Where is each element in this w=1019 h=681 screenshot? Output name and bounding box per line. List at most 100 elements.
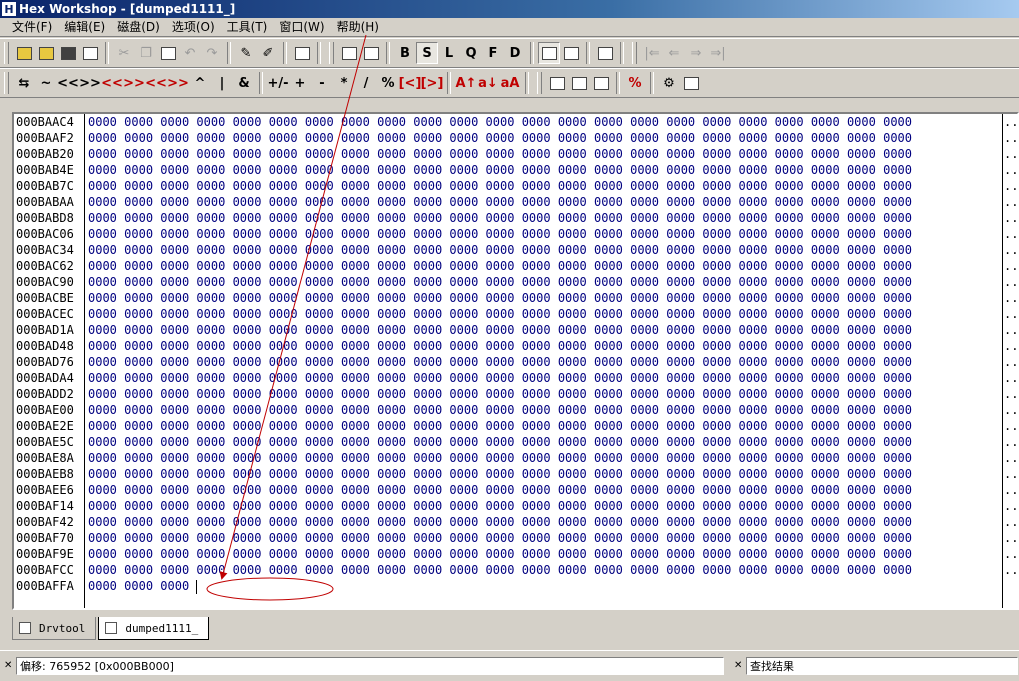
hex-word[interactable]: 0000 — [847, 195, 876, 209]
hex-word[interactable]: 0000 — [522, 451, 551, 465]
hex-word[interactable]: 0000 — [739, 499, 768, 513]
shift-left-button[interactable]: << — [57, 72, 79, 94]
hex-word[interactable]: 0000 — [666, 371, 695, 385]
hex-word[interactable]: 0000 — [666, 515, 695, 529]
ascii-row[interactable]: .. — [1003, 146, 1017, 162]
hex-word[interactable]: 0000 — [233, 563, 262, 577]
menu-tools[interactable]: 工具(T) — [221, 18, 274, 37]
hex-word[interactable]: 0000 — [124, 259, 153, 273]
hex-word[interactable]: 0000 — [847, 211, 876, 225]
hex-word[interactable]: 0000 — [305, 467, 334, 481]
hex-word[interactable]: 0000 — [124, 451, 153, 465]
hex-word[interactable]: 0000 — [630, 243, 659, 257]
hex-word[interactable]: 0000 — [341, 467, 370, 481]
hex-word[interactable]: 0000 — [522, 259, 551, 273]
hex-word[interactable]: 0000 — [341, 227, 370, 241]
hex-word[interactable]: 0000 — [883, 211, 912, 225]
hex-word[interactable]: 0000 — [124, 163, 153, 177]
hex-word[interactable]: 0000 — [449, 403, 478, 417]
hex-row[interactable]: 0000 0000 0000 0000 0000 0000 0000 0000 … — [86, 386, 1003, 402]
hex-word[interactable]: 0000 — [269, 259, 298, 273]
hex-word[interactable]: 0000 — [449, 259, 478, 273]
hex-word[interactable]: 0000 — [269, 451, 298, 465]
hex-word[interactable]: 0000 — [594, 371, 623, 385]
hex-word[interactable]: 0000 — [847, 323, 876, 337]
hex-word[interactable]: 0000 — [847, 291, 876, 305]
menu-window[interactable]: 窗口(W) — [273, 18, 330, 37]
hex-word[interactable]: 0000 — [160, 259, 189, 273]
close-icon[interactable]: ✕ — [734, 661, 744, 671]
hex-word[interactable]: 0000 — [883, 195, 912, 209]
hex-word[interactable]: 0000 — [666, 419, 695, 433]
hex-word[interactable]: 0000 — [486, 371, 515, 385]
hex-word[interactable]: 0000 — [775, 451, 804, 465]
floor-button[interactable]: [<] — [399, 72, 422, 94]
hex-word[interactable]: 0000 — [305, 323, 334, 337]
hex-word[interactable]: 0000 — [702, 179, 731, 193]
hex-word[interactable]: 0000 — [269, 467, 298, 481]
hex-word[interactable]: 0000 — [558, 195, 587, 209]
hex-word[interactable]: 0000 — [702, 147, 731, 161]
menu-edit[interactable]: 编辑(E) — [58, 18, 111, 37]
double-view-button[interactable]: D — [504, 42, 526, 64]
hex-word[interactable]: 0000 — [630, 147, 659, 161]
hex-word[interactable]: 0000 — [847, 387, 876, 401]
hex-word[interactable]: 0000 — [88, 579, 117, 593]
hex-word[interactable]: 0000 — [775, 115, 804, 129]
hex-word[interactable]: 0000 — [811, 323, 840, 337]
copy-button[interactable]: ❐ — [135, 42, 157, 64]
hex-word[interactable]: 0000 — [160, 115, 189, 129]
hex-word[interactable]: 0000 — [341, 531, 370, 545]
hex-word[interactable]: 0000 — [377, 275, 406, 289]
hex-word[interactable]: 0000 — [666, 323, 695, 337]
toolbar-grip[interactable] — [4, 72, 9, 94]
hex-word[interactable]: 0000 — [160, 307, 189, 321]
hex-row[interactable]: 0000 0000 0000 0000 0000 0000 0000 0000 … — [86, 162, 1003, 178]
hex-word[interactable]: 0000 — [449, 227, 478, 241]
hex-word[interactable]: 0000 — [341, 179, 370, 193]
bookmark-remove-button[interactable]: ✐ — [257, 42, 279, 64]
hex-word[interactable]: 0000 — [124, 531, 153, 545]
hex-word[interactable]: 0000 — [377, 515, 406, 529]
add-button[interactable]: + — [289, 72, 311, 94]
hex-word[interactable]: 0000 — [124, 467, 153, 481]
hex-row[interactable]: 0000 0000 0000 0000 0000 0000 0000 0000 … — [86, 194, 1003, 210]
hex-word[interactable]: 0000 — [883, 403, 912, 417]
hex-word[interactable]: 0000 — [341, 243, 370, 257]
hex-word[interactable]: 0000 — [522, 323, 551, 337]
hex-word[interactable]: 0000 — [124, 499, 153, 513]
hex-word[interactable]: 0000 — [196, 515, 225, 529]
hex-word[interactable]: 0000 — [883, 483, 912, 497]
hex-word[interactable]: 0000 — [630, 323, 659, 337]
hex-word[interactable]: 0000 — [775, 371, 804, 385]
back-button[interactable]: ⇐ — [663, 42, 685, 64]
hex-word[interactable]: 0000 — [160, 163, 189, 177]
hex-word[interactable]: 0000 — [666, 115, 695, 129]
ascii-row[interactable]: .. — [1003, 562, 1017, 578]
hex-word[interactable]: 0000 — [847, 371, 876, 385]
hex-word[interactable]: 0000 — [377, 563, 406, 577]
hex-word[interactable]: 0000 — [305, 355, 334, 369]
hex-word[interactable]: 0000 — [739, 355, 768, 369]
hex-word[interactable]: 0000 — [558, 179, 587, 193]
hex-word[interactable]: 0000 — [160, 579, 189, 593]
hex-word[interactable]: 0000 — [341, 115, 370, 129]
hex-word[interactable]: 0000 — [775, 211, 804, 225]
hex-row[interactable]: 0000 0000 0000 0000 0000 0000 0000 0000 … — [86, 258, 1003, 274]
hex-word[interactable]: 0000 — [666, 211, 695, 225]
long-view-button[interactable]: L — [438, 42, 460, 64]
hex-word[interactable]: 0000 — [775, 419, 804, 433]
hex-word[interactable]: 0000 — [702, 243, 731, 257]
hex-word[interactable]: 0000 — [449, 115, 478, 129]
hex-word[interactable]: 0000 — [269, 275, 298, 289]
hex-word[interactable]: 0000 — [739, 147, 768, 161]
hex-word[interactable]: 0000 — [341, 259, 370, 273]
hex-word[interactable]: 0000 — [124, 275, 153, 289]
hex-word[interactable]: 0000 — [811, 355, 840, 369]
hex-word[interactable]: 0000 — [775, 499, 804, 513]
hex-word[interactable]: 0000 — [811, 499, 840, 513]
ascii-row[interactable]: .. — [1003, 466, 1017, 482]
hex-word[interactable]: 0000 — [88, 163, 117, 177]
hex-word[interactable]: 0000 — [739, 179, 768, 193]
hex-word[interactable]: 0000 — [233, 259, 262, 273]
